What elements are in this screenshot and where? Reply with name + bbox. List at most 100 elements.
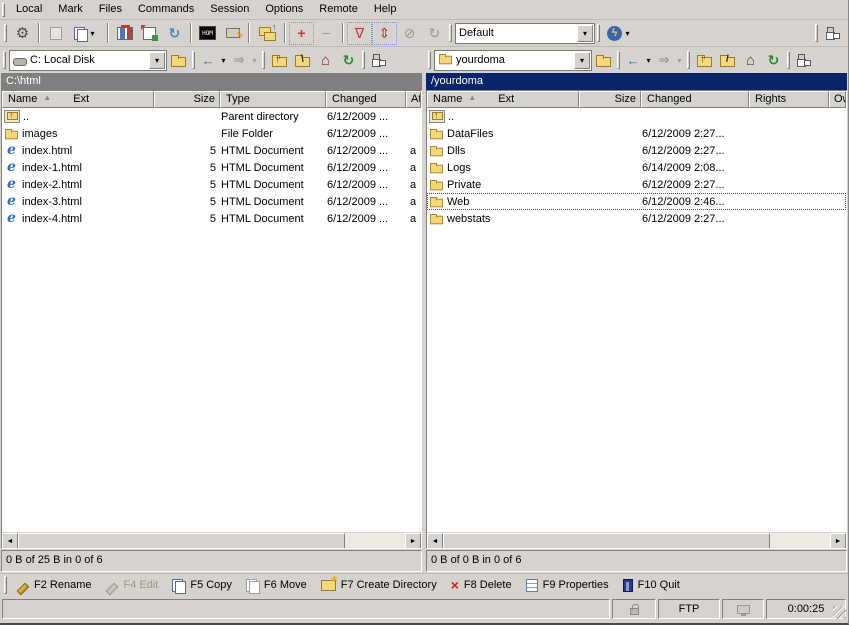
scrollbar-thumb[interactable] [18, 533, 345, 549]
tree-icon [372, 53, 387, 67]
menu-session[interactable]: Session [202, 1, 257, 18]
column-ext[interactable]: Ext [498, 93, 514, 107]
remote-dir-dropdown[interactable]: ▾ [574, 52, 590, 69]
local-horizontal-scrollbar[interactable]: ◄ ► [2, 532, 421, 548]
local-tree-button[interactable] [368, 49, 391, 71]
scrollbar-thumb[interactable] [443, 533, 770, 549]
synchronize-browsing-button[interactable]: ↻ [162, 22, 187, 45]
local-root-directory-button[interactable]: \ [291, 49, 314, 71]
local-refresh-button[interactable]: ↻ [337, 49, 360, 71]
file-row[interactable]: ↑.. [427, 108, 846, 125]
column-name[interactable]: Name ▲ Ext [2, 91, 154, 108]
column-rights[interactable]: Rights [749, 91, 829, 108]
remote-dir-combo[interactable]: yourdoma ▾ [434, 50, 592, 71]
toolbar-grip[interactable] [4, 24, 7, 42]
file-row[interactable]: eindex.html 5 HTML Document 6/12/2009 ..… [2, 142, 421, 159]
file-row[interactable]: Logs 6/14/2009 2:08... [427, 159, 846, 176]
chevron-down-icon: ▾ [155, 56, 159, 65]
column-size[interactable]: Size [154, 91, 220, 108]
remote-home-button[interactable]: ⌂ [739, 49, 762, 71]
file-row[interactable]: ↑.. Parent directory 6/12/2009 ... [2, 108, 421, 125]
transfer-preset-combo[interactable]: Default ▾ [455, 23, 595, 44]
transfer-settings-button[interactable]: ↑ [253, 22, 281, 45]
console-button[interactable]: HOM [195, 22, 220, 45]
local-open-directory-button[interactable] [167, 49, 190, 71]
log-icon [50, 27, 62, 40]
connection-grip[interactable] [597, 24, 600, 42]
filter-button[interactable]: ∇ [347, 22, 372, 45]
synchronize-button[interactable] [112, 22, 137, 45]
preferences-button[interactable]: ⚙ [10, 22, 35, 45]
column-changed[interactable]: Changed [641, 91, 749, 108]
file-row[interactable]: DataFiles 6/12/2009 2:27... [427, 125, 846, 142]
remote-tree-button[interactable] [793, 49, 816, 71]
column-owner[interactable]: Owner [829, 91, 846, 108]
local-back-button[interactable]: ← [198, 49, 218, 71]
local-back-dropdown[interactable]: ▾ [218, 56, 229, 65]
local-drive-dropdown[interactable]: ▾ [149, 52, 165, 69]
file-row[interactable]: Dlls 6/12/2009 2:27... [427, 142, 846, 159]
queue-dropdown-icon[interactable]: ▾ [87, 29, 98, 38]
preset-grip[interactable] [449, 24, 452, 42]
organize-toolbar-button[interactable] [821, 22, 846, 45]
local-home-button[interactable]: ⌂ [314, 49, 337, 71]
menu-files[interactable]: Files [91, 1, 130, 18]
transfer-preset-dropdown[interactable]: ▾ [577, 25, 593, 42]
f7-create-directory-button[interactable]: F7 Create Directory [315, 575, 445, 596]
session-dropdown-icon[interactable]: ▾ [622, 29, 633, 38]
remote-horizontal-scrollbar[interactable]: ◄ ► [427, 532, 846, 548]
file-row[interactable]: images File Folder 6/12/2009 ... [2, 125, 421, 142]
scrollbar-track[interactable] [345, 533, 405, 548]
menu-remote[interactable]: Remote [311, 1, 366, 18]
add-button[interactable]: + [289, 22, 314, 45]
remote-back-dropdown[interactable]: ▾ [643, 56, 654, 65]
column-size[interactable]: Size [579, 91, 641, 108]
file-row[interactable]: eindex-3.html 5 HTML Document 6/12/2009 … [2, 193, 421, 210]
column-attr[interactable]: Attr [406, 91, 421, 108]
f8-delete-button[interactable]: × F8 Delete [445, 575, 520, 596]
sort-button[interactable]: ⇕ [372, 22, 397, 45]
column-type[interactable]: Type [220, 91, 326, 108]
f10-quit-button[interactable]: F10 Quit [617, 575, 688, 596]
open-in-putty-button[interactable]: ϟ [220, 22, 245, 45]
new-session-button[interactable]: ϟ ▾ [603, 22, 637, 45]
f5-copy-button[interactable]: F5 Copy [166, 575, 240, 596]
remote-open-directory-button[interactable] [592, 49, 615, 71]
menu-commands[interactable]: Commands [130, 1, 202, 18]
scroll-left-button[interactable]: ◄ [2, 533, 18, 549]
remote-parent-directory-button[interactable]: ↑ [693, 49, 716, 71]
scroll-left-button[interactable]: ◄ [427, 533, 443, 549]
compare-directories-button[interactable] [137, 22, 162, 45]
menu-mark[interactable]: Mark [50, 1, 90, 18]
file-row[interactable]: Private 6/12/2009 2:27... [427, 176, 846, 193]
resize-grip-icon[interactable] [833, 606, 846, 619]
menu-local[interactable]: Local [8, 1, 50, 18]
remote-refresh-button[interactable]: ↻ [762, 49, 785, 71]
column-ext[interactable]: Ext [73, 93, 89, 107]
folder-icon [430, 148, 443, 157]
f6-move-button[interactable]: F6 Move [240, 575, 315, 596]
local-drive-combo[interactable]: C: Local Disk ▾ [9, 50, 167, 71]
sort-asc-icon: ▲ [468, 93, 476, 107]
file-row[interactable]: eindex-4.html 5 HTML Document 6/12/2009 … [2, 210, 421, 227]
remote-root-directory-button[interactable]: / [716, 49, 739, 71]
column-changed[interactable]: Changed [326, 91, 406, 108]
local-parent-directory-button[interactable]: ↑ [268, 49, 291, 71]
menu-help[interactable]: Help [366, 1, 405, 18]
right-grip[interactable] [815, 24, 818, 42]
menubar-grip[interactable] [2, 3, 5, 17]
scrollbar-track[interactable] [770, 533, 830, 548]
remote-back-button[interactable]: ← [623, 49, 643, 71]
scroll-right-button[interactable]: ► [830, 533, 846, 549]
menu-options[interactable]: Options [257, 1, 311, 18]
column-name[interactable]: Name ▲ Ext [427, 91, 579, 108]
file-row[interactable]: eindex-1.html 5 HTML Document 6/12/2009 … [2, 159, 421, 176]
scroll-right-button[interactable]: ► [405, 533, 421, 549]
file-row-focused[interactable]: Web 6/12/2009 2:46... [427, 193, 846, 210]
status-message-panel [2, 599, 610, 619]
queue-button[interactable]: ▾ [68, 22, 104, 45]
file-row[interactable]: webstats 6/12/2009 2:27... [427, 210, 846, 227]
f9-properties-button[interactable]: F9 Properties [520, 575, 617, 596]
f2-rename-button[interactable]: F2 Rename [10, 575, 99, 596]
file-row[interactable]: eindex-2.html 5 HTML Document 6/12/2009 … [2, 176, 421, 193]
